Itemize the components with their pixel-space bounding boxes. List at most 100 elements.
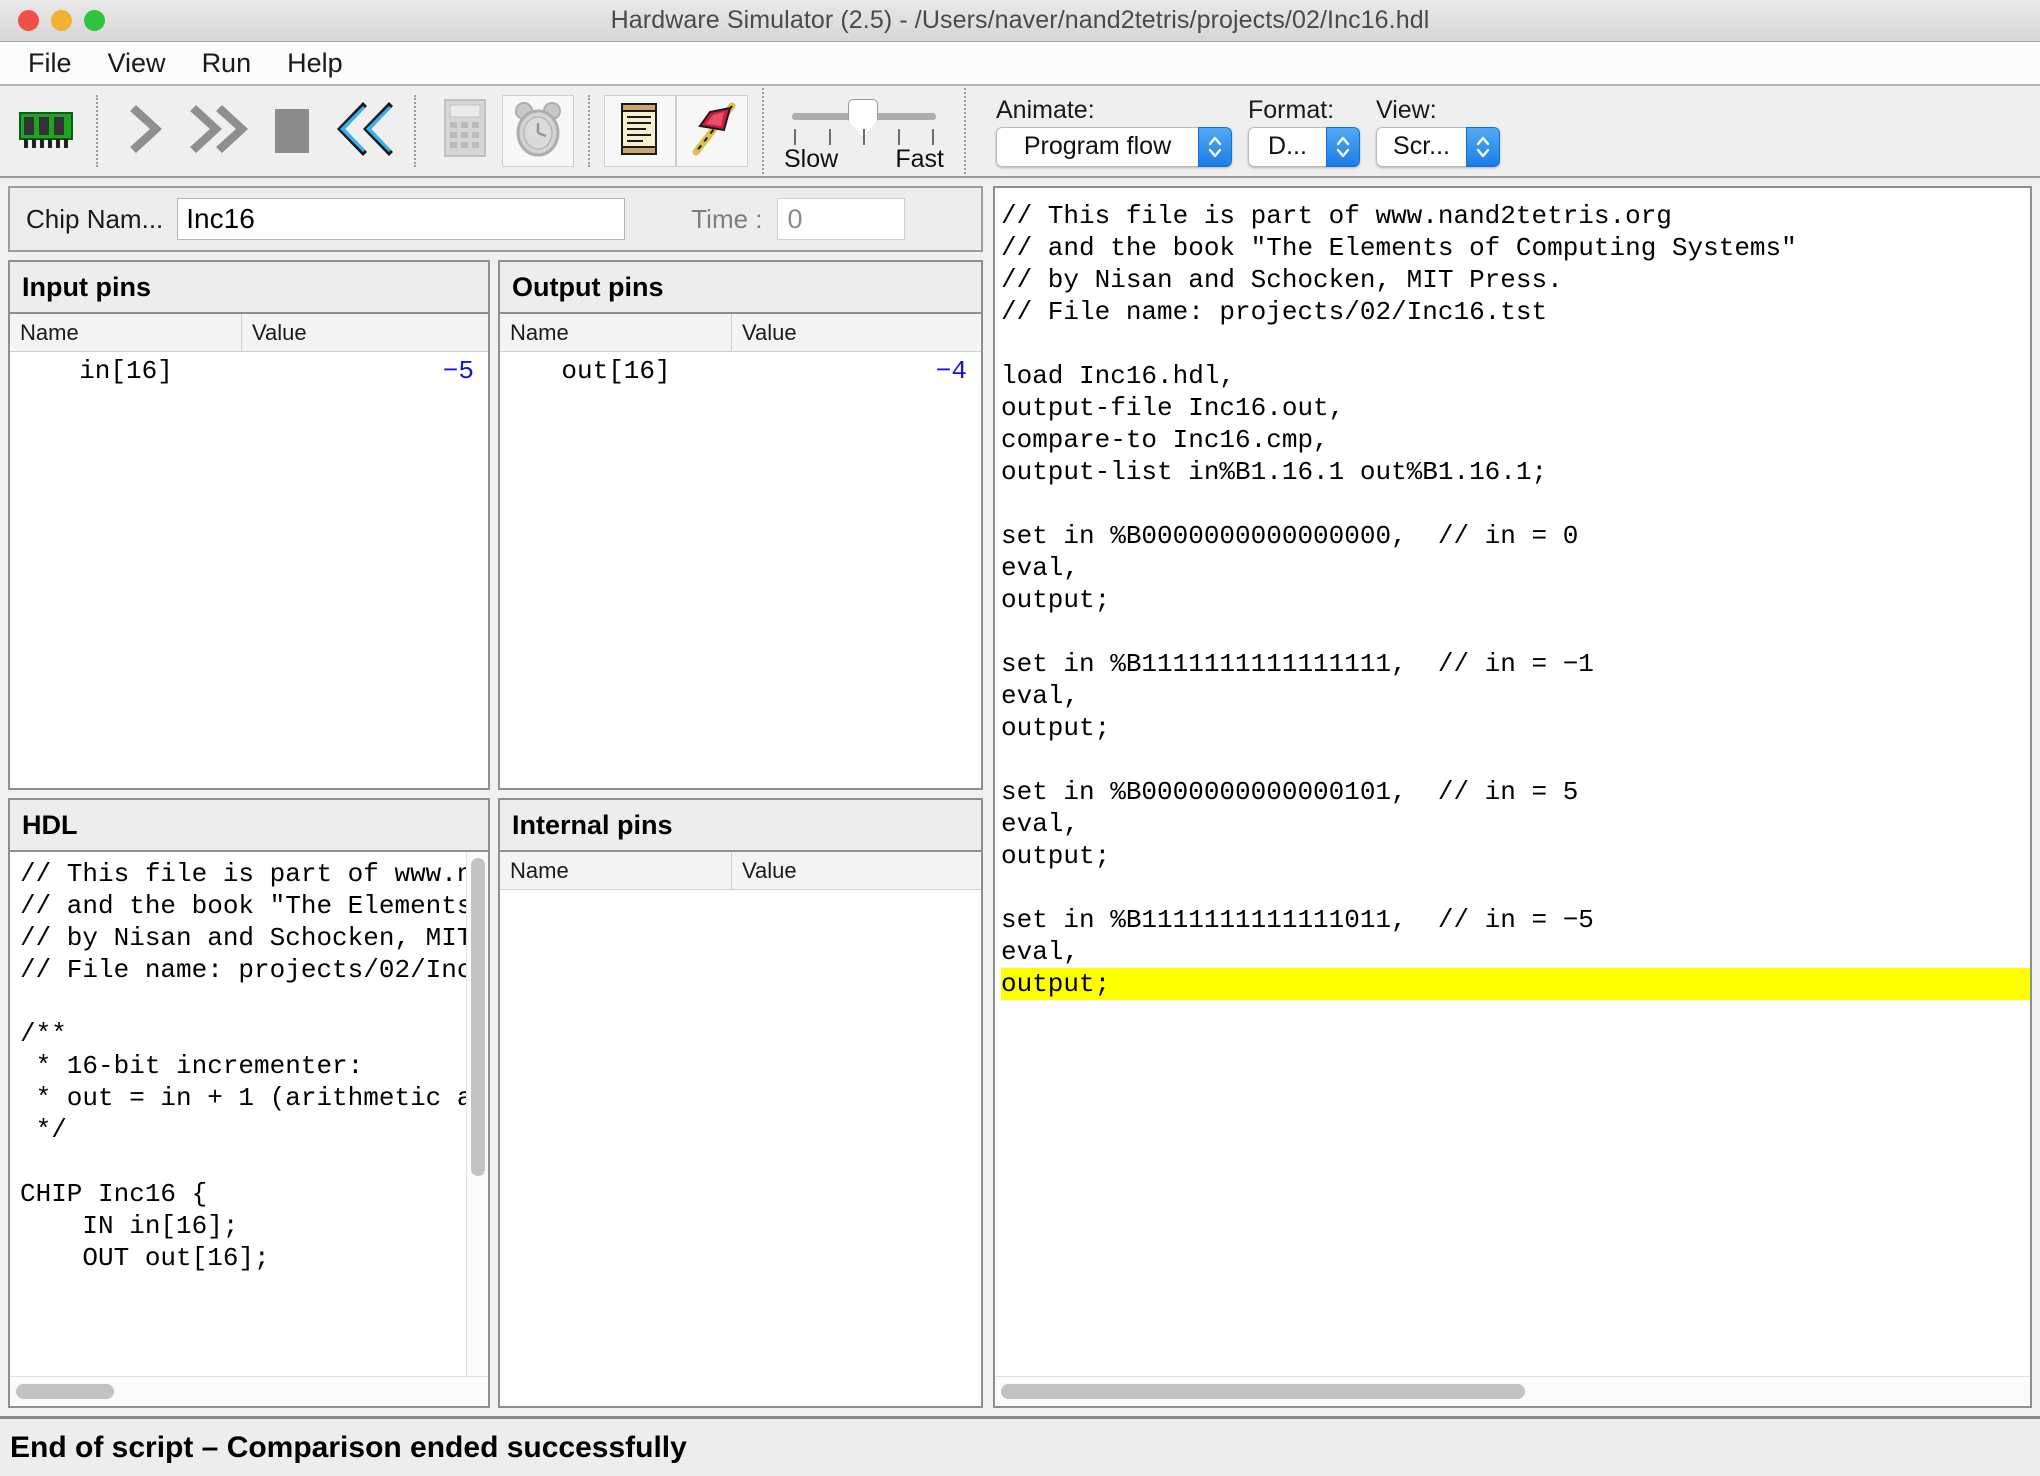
internal-pins-col-name: Name <box>500 852 732 889</box>
animate-label: Animate: <box>996 95 1095 124</box>
script-code-line: set in %B1111111111111011, // in = −5 <box>1001 905 1594 935</box>
script-code-line <box>1001 744 2030 776</box>
animate-select[interactable]: Program flow <box>996 126 1232 167</box>
toolbar-divider-1 <box>96 95 98 167</box>
chevron-updown-icon[interactable] <box>1198 126 1232 167</box>
internal-pins-body <box>500 890 981 1406</box>
script-code-line: // File name: projects/02/Inc16.tst <box>1001 297 1548 327</box>
pin-name: out[16] <box>561 356 671 386</box>
rewind-button[interactable] <box>328 95 400 167</box>
calculator-icon <box>443 98 489 165</box>
clock-button[interactable] <box>502 95 574 167</box>
script-code-line: set in %B0000000000000101, // in = 5 <box>1001 777 1579 807</box>
chip-name-bar: Chip Nam... Inc16 Time : 0 <box>8 186 983 252</box>
input-pins-panel: Input pins Name Value in[16] −5 <box>8 260 490 790</box>
hdl-code-pane[interactable]: // This file is part of www.nand// and t… <box>10 852 488 1376</box>
hdl-code-line: // File name: projects/02/Inc16. <box>20 955 488 985</box>
menu-run[interactable]: Run <box>188 46 266 81</box>
internal-pins-panel: Internal pins Name Value <box>498 798 983 1408</box>
pin-value[interactable]: −5 <box>242 356 488 386</box>
script-code-line: output-file Inc16.out, <box>1001 393 1345 423</box>
internal-pins-col-value: Value <box>742 857 797 883</box>
menu-help[interactable]: Help <box>273 46 357 81</box>
hdl-code-line: * 16-bit incrementer: <box>20 1051 364 1081</box>
script-code-line: output; <box>1001 585 1111 615</box>
hardware-simulator-window: Hardware Simulator (2.5) - /Users/naver/… <box>0 0 2040 1476</box>
hdl-code-line: // and the book "The Elements of <box>20 891 488 921</box>
breakpoints-button[interactable] <box>676 95 748 167</box>
script-code-line: set in %B1111111111111111, // in = −1 <box>1001 649 1594 679</box>
chip-name-input[interactable]: Inc16 <box>177 198 626 240</box>
view-select[interactable]: Scr... <box>1376 126 1500 167</box>
hdl-code-text: // This file is part of www.nand// and t… <box>10 852 488 1274</box>
hdl-title: HDL <box>10 800 488 852</box>
animate-select-value: Program flow <box>996 126 1198 167</box>
window-title: Hardware Simulator (2.5) - /Users/naver/… <box>610 6 1430 34</box>
output-pins-columns: Name Value <box>500 314 981 352</box>
toolbar-divider-2 <box>414 95 416 167</box>
script-code-line: eval, <box>1001 809 1080 839</box>
chevron-updown-icon[interactable] <box>1466 126 1500 167</box>
chevron-updown-icon[interactable] <box>1326 126 1360 167</box>
single-step-button[interactable] <box>112 95 184 167</box>
hdl-internal-row: HDL // This file is part of www.nand// a… <box>8 798 983 1408</box>
hdl-vertical-scroll-thumb[interactable] <box>471 858 485 1176</box>
output-pins-title: Output pins <box>500 262 981 314</box>
script-code-line <box>1001 872 2030 904</box>
main-content: Chip Nam... Inc16 Time : 0 Input pins Na… <box>0 178 2040 1416</box>
script-code-pane[interactable]: // This file is part of www.nand2tetris.… <box>995 188 2030 1376</box>
speed-slider[interactable]: Slow Fast <box>784 91 944 173</box>
hdl-code-line: CHIP Inc16 { <box>20 1179 208 1209</box>
time-input[interactable]: 0 <box>776 198 905 240</box>
pin-value: −4 <box>935 356 967 386</box>
stop-button[interactable] <box>256 95 328 167</box>
hdl-horizontal-scrollbar[interactable] <box>10 1376 488 1406</box>
double-chevron-left-icon <box>333 100 395 163</box>
speed-fast-label: Fast <box>895 145 944 173</box>
load-chip-button[interactable] <box>10 95 82 167</box>
table-row[interactable]: out[16] −4 <box>500 352 981 390</box>
format-select-value: D... <box>1248 126 1326 167</box>
script-code-line: compare-to Inc16.cmp, <box>1001 425 1329 455</box>
right-column: // This file is part of www.nand2tetris.… <box>993 186 2032 1408</box>
hdl-vertical-scrollbar[interactable] <box>466 852 488 1376</box>
menu-view[interactable]: View <box>94 46 180 81</box>
script-button[interactable] <box>604 95 676 167</box>
hdl-code-line <box>20 1146 488 1178</box>
red-flag-icon <box>684 100 740 163</box>
script-horizontal-scrollbar[interactable] <box>995 1376 2030 1406</box>
input-pins-columns: Name Value <box>10 314 488 352</box>
output-pins-col-value: Value <box>742 319 797 345</box>
hdl-panel: HDL // This file is part of www.nand// a… <box>8 798 490 1408</box>
toolbar: Slow Fast Animate: Program flow Format: <box>0 86 2040 178</box>
format-select[interactable]: D... <box>1248 126 1360 167</box>
script-code-line: load Inc16.hdl, <box>1001 361 1236 391</box>
table-row[interactable]: in[16] −5 <box>10 352 488 390</box>
format-group: Format: D... <box>1248 96 1360 167</box>
script-code-line-highlighted: output; <box>1001 968 2030 1000</box>
script-horizontal-scroll-thumb[interactable] <box>1001 1384 1525 1399</box>
view-group: View: Scr... <box>1376 96 1500 167</box>
hdl-horizontal-scroll-thumb[interactable] <box>16 1384 114 1399</box>
alarm-clock-icon <box>511 100 565 163</box>
hdl-code-line <box>20 986 488 1018</box>
script-code-line <box>1001 488 2030 520</box>
script-code-line: output-list in%B1.16.1 out%B1.16.1; <box>1001 457 1548 487</box>
hdl-code-line: OUT out[16]; <box>20 1243 270 1273</box>
script-panel: // This file is part of www.nand2tetris.… <box>993 186 2032 1408</box>
hdl-code-line: */ <box>20 1115 67 1145</box>
hdl-code-line: /** <box>20 1019 67 1049</box>
hdl-code-line: IN in[16]; <box>20 1211 239 1241</box>
run-button[interactable] <box>184 95 256 167</box>
hdl-code-line: * out = in + 1 (arithmetic addi <box>20 1083 488 1113</box>
menu-file[interactable]: File <box>14 46 86 81</box>
scroll-icon <box>616 100 664 163</box>
hdl-code-line: // This file is part of www.nand <box>20 859 488 889</box>
input-pins-col-name: Name <box>10 314 242 351</box>
toolbar-divider-4 <box>762 88 764 174</box>
format-label: Format: <box>1248 95 1335 124</box>
script-code-line: // This file is part of www.nand2tetris.… <box>1001 201 1672 231</box>
script-code-line <box>1001 616 2030 648</box>
script-code-line: set in %B0000000000000000, // in = 0 <box>1001 521 1579 551</box>
script-code-line: // by Nisan and Schocken, MIT Press. <box>1001 265 1563 295</box>
